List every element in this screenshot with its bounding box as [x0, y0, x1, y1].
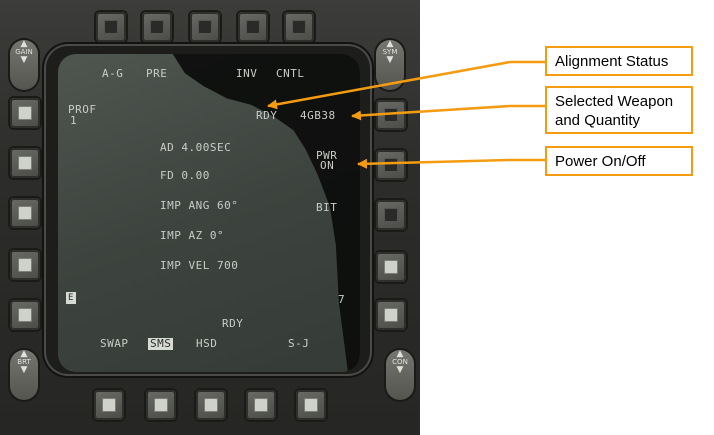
osb-left-2[interactable] [10, 148, 40, 178]
selected-weapon-callout-line1: Selected Weapon [555, 93, 674, 110]
osb-bottom-4[interactable] [246, 390, 276, 420]
osb-left-1[interactable] [10, 98, 40, 128]
osb-top-5[interactable] [284, 12, 314, 42]
osb-top-2[interactable] [142, 12, 172, 42]
power-callout-text: Power On/Off [555, 153, 646, 170]
swap-label: SWAP [100, 337, 129, 350]
osb-right-2[interactable] [376, 150, 406, 180]
inv-label: INV [236, 67, 258, 80]
osb-bottom-3[interactable] [196, 390, 226, 420]
osb-left-5[interactable] [10, 300, 40, 330]
cntl-label: CNTL [276, 67, 305, 80]
prof-number: 1 [70, 114, 78, 127]
brt-rocker[interactable]: ▲ BRT ▼ [10, 350, 38, 400]
ad-param: AD 4.00SEC [160, 141, 232, 154]
osb-bottom-1[interactable] [94, 390, 124, 420]
bottom-rdy: RDY [222, 317, 244, 330]
osb-right-1[interactable] [376, 100, 406, 130]
a-g-label: A-G [102, 67, 124, 80]
bit-label: BIT [316, 201, 338, 214]
con-rocker[interactable]: ▲ CON ▼ [386, 350, 414, 400]
osb-top-1[interactable] [96, 12, 126, 42]
imp-ang-param: IMP ANG 60° [160, 199, 239, 212]
selected-weapon-callout-line2: and Quantity [555, 112, 641, 129]
osb-top-4[interactable] [238, 12, 268, 42]
imp-vel-param: IMP VEL 700 [160, 259, 239, 272]
osb-right-5[interactable] [376, 300, 406, 330]
gain-rocker[interactable]: ▲ GAIN ▼ [10, 40, 38, 90]
pwr-state: ON [320, 159, 335, 172]
osb-bottom-2[interactable] [146, 390, 176, 420]
mfd-bezel: ▲ GAIN ▼ ▲ SYM ▼ ▲ BRT ▼ ▲ CON ▼ A-G PRE… [0, 0, 420, 435]
screen-glare [172, 54, 360, 372]
right-marker: 7 [338, 293, 346, 306]
osb-right-4[interactable] [376, 252, 406, 282]
sym-rocker[interactable]: ▲ SYM ▼ [376, 40, 404, 90]
osb-left-4[interactable] [10, 250, 40, 280]
rocker-up-icon: ▲ [386, 39, 394, 49]
left-marker: E [66, 292, 76, 304]
sms-label: SMS [148, 337, 174, 350]
alignment-status-callout: Alignment Status [545, 46, 693, 76]
rocker-up-icon: ▲ [20, 39, 28, 49]
osb-left-3[interactable] [10, 198, 40, 228]
alignment-status-callout-text: Alignment Status [555, 53, 669, 70]
imp-az-param: IMP AZ 0° [160, 229, 225, 242]
s-j-label: S-J [288, 337, 310, 350]
rocker-down-icon: ▼ [386, 55, 394, 65]
hsd-label: HSD [196, 337, 218, 350]
weapon-quantity: 4GB38 [300, 109, 336, 122]
alignment-status: RDY [256, 109, 278, 122]
osb-bottom-5[interactable] [296, 390, 326, 420]
rocker-down-icon: ▼ [20, 365, 28, 375]
selected-weapon-callout: Selected Weapon and Quantity [545, 86, 693, 134]
power-callout: Power On/Off [545, 146, 693, 176]
rocker-up-icon: ▲ [20, 349, 28, 359]
pre-label: PRE [146, 67, 168, 80]
rocker-down-icon: ▼ [396, 365, 404, 375]
osb-right-3[interactable] [376, 200, 406, 230]
mfd-screen: A-G PRE INV CNTL PROF 1 RDY 4GB38 PWR ON… [58, 54, 360, 372]
rocker-up-icon: ▲ [396, 349, 404, 359]
osb-top-3[interactable] [190, 12, 220, 42]
fd-param: FD 0.00 [160, 169, 210, 182]
rocker-down-icon: ▼ [20, 55, 28, 65]
